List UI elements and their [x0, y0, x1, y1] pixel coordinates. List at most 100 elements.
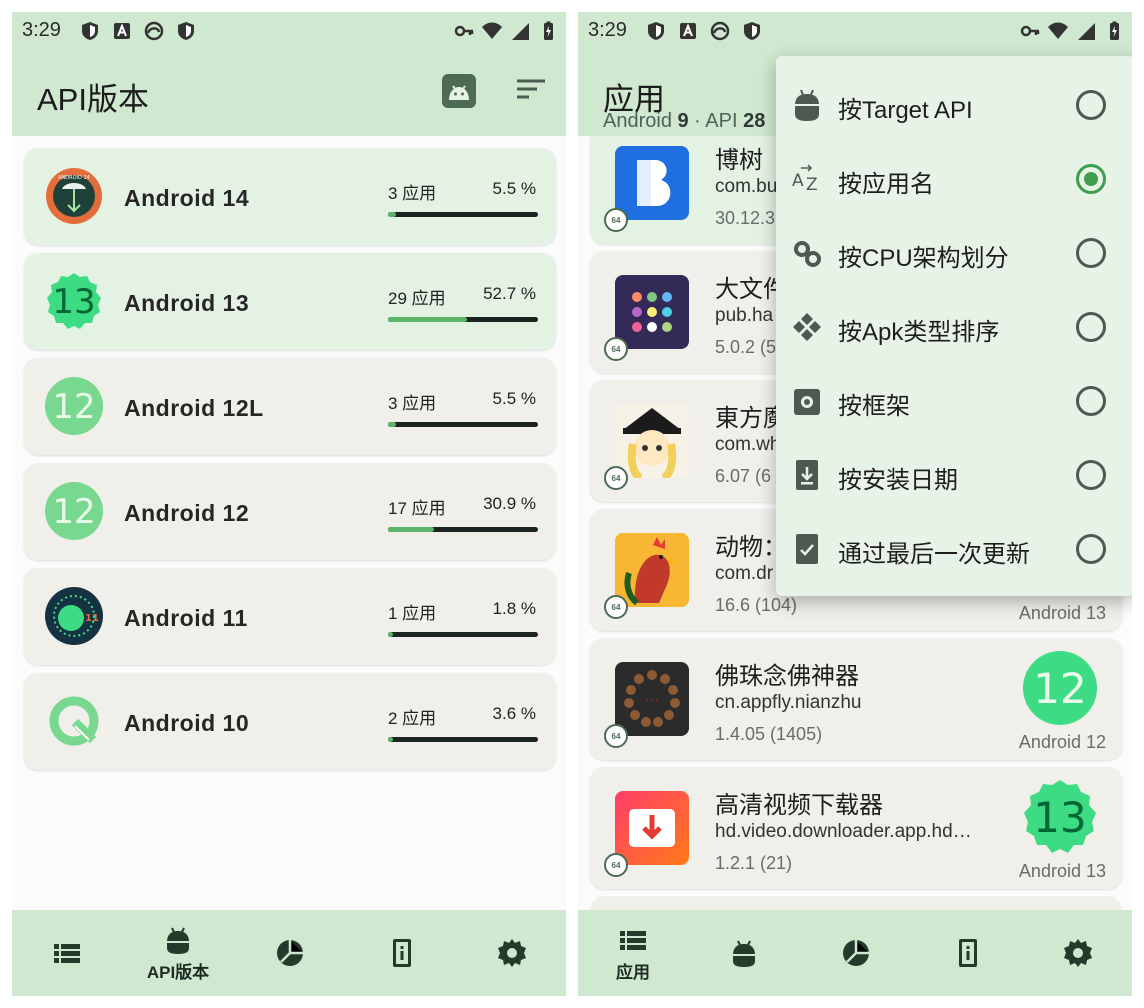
sort-by-last-update[interactable]: 通过最后一次更新 — [776, 512, 1132, 586]
nav-statistics[interactable] — [240, 910, 340, 996]
last-update-icon — [796, 534, 818, 564]
svg-text:12: 12 — [1033, 664, 1086, 713]
vpn-key-icon — [454, 25, 474, 37]
svg-text:11: 11 — [85, 613, 99, 624]
app-name: 佛珠念佛神器 — [715, 663, 859, 690]
app-row[interactable]: 64 高清视频下载器 hd.video.downloader.app.hd… 1… — [590, 767, 1122, 889]
status-bar: 3:29 — [578, 12, 1132, 52]
battery-charging-icon — [544, 21, 553, 40]
app-count: 29 应用 — [388, 289, 446, 308]
nav-device-info[interactable] — [352, 910, 452, 996]
wifi-icon — [482, 22, 502, 39]
sort-by-install-date[interactable]: 按安装日期 — [776, 438, 1132, 512]
nav-statistics[interactable] — [806, 910, 906, 996]
sort-by-apk-type[interactable]: 按Apk类型排序 — [776, 290, 1132, 364]
menu-item-label: 按框架 — [838, 393, 910, 420]
svg-text:12: 12 — [52, 492, 95, 532]
nav-settings[interactable] — [1028, 910, 1128, 996]
app-count: 3 应用 — [388, 184, 437, 203]
api-version-row[interactable]: 12 Android 12 17 应用 30.9 % — [24, 463, 556, 560]
share-progress-fill — [388, 632, 393, 637]
bottom-navigation: 应用 — [578, 910, 1132, 996]
app-version: 1.4.05 (1405) — [715, 724, 823, 744]
apk-type-icon — [793, 313, 821, 341]
app-version: 30.12.3 — [715, 208, 776, 228]
nav-device-info[interactable] — [918, 910, 1018, 996]
menu-item-label: 按Apk类型排序 — [838, 319, 1000, 346]
app-icon — [615, 146, 689, 220]
radio-button[interactable] — [1076, 164, 1106, 194]
svg-text:13: 13 — [52, 282, 95, 322]
sort-menu: 按Target API AZ 按应用名 按CPU架构划分 按Apk类型排序 按框… — [776, 56, 1132, 596]
android-filter-button[interactable] — [442, 74, 476, 108]
device-info-icon — [959, 939, 977, 967]
battery-charging-icon — [1110, 21, 1119, 40]
android-icon — [733, 940, 755, 967]
nav-api-version[interactable] — [694, 910, 794, 996]
page-title: API版本 — [37, 82, 149, 117]
app-count: 1 应用 — [388, 604, 437, 623]
app-count: 17 应用 — [388, 499, 446, 518]
sort-by-framework[interactable]: 按框架 — [776, 364, 1132, 438]
api-version-row[interactable]: 11 Android 11 1 应用 1.8 % — [24, 568, 556, 665]
api-version-row[interactable]: 13 Android 13 29 应用 52.7 % — [24, 253, 556, 350]
nav-apps[interactable]: 应用 — [583, 910, 683, 996]
target-api-label: Android 13 — [1018, 861, 1106, 881]
app-icon — [615, 275, 689, 349]
app-percent: 52.7 % — [483, 284, 536, 303]
nav-settings[interactable] — [462, 910, 562, 996]
android-13-logo-icon: 13 — [47, 273, 101, 329]
menu-item-label: 按CPU架构划分 — [838, 245, 1009, 272]
list-icon — [54, 944, 80, 963]
app-icon — [615, 404, 689, 478]
app-percent: 1.8 % — [492, 599, 536, 618]
apps-screen: 3:29 应用 Android 9 · API 28 64 博树 com.bu … — [578, 12, 1132, 996]
app-percent: 5.5 % — [492, 179, 536, 198]
app-package: cn.appfly.nianzhu — [715, 692, 862, 713]
share-progress-bar — [388, 737, 538, 742]
radio-button[interactable] — [1076, 90, 1106, 120]
app-name: 高清视频下载器 — [715, 792, 883, 819]
app-icon — [615, 791, 689, 865]
nav-apps[interactable] — [17, 910, 117, 996]
sort-button[interactable] — [516, 78, 546, 105]
app-percent: 3.6 % — [492, 704, 536, 723]
radio-button[interactable] — [1076, 386, 1106, 416]
az-sort-icon: AZ — [792, 164, 818, 195]
shield-icon — [82, 22, 98, 40]
android-12l-logo-icon: 12 — [45, 377, 103, 435]
sort-by-app-name[interactable]: AZ 按应用名 — [776, 142, 1132, 216]
browser-swirl-icon — [710, 21, 730, 41]
api-version-row[interactable]: 12 Android 12L 3 应用 5.5 % — [24, 358, 556, 455]
sort-by-cpu-arch[interactable]: 按CPU架构划分 — [776, 216, 1132, 290]
font-a-icon — [114, 23, 130, 39]
android-12-logo-icon: 12 — [45, 482, 103, 540]
status-bar: 3:29 — [12, 12, 566, 52]
pie-chart-icon — [843, 940, 869, 966]
nav-api-version[interactable]: API版本 — [128, 910, 228, 996]
browser-swirl-icon — [144, 21, 164, 41]
menu-item-label: 按安装日期 — [838, 467, 958, 494]
radio-button[interactable] — [1076, 460, 1106, 490]
app-row[interactable]: ··· 64 佛珠念佛神器 cn.appfly.nianzhu 1.4.05 (… — [590, 638, 1122, 760]
cpu-arch-badge: 64 — [604, 466, 628, 490]
status-time: 3:29 — [22, 19, 61, 41]
svg-text:12: 12 — [52, 387, 95, 427]
radio-button[interactable] — [1076, 238, 1106, 268]
app-package: hd.video.downloader.app.hd… — [715, 821, 972, 842]
app-percent: 5.5 % — [492, 389, 536, 408]
share-progress-bar — [388, 632, 538, 637]
app-icon: ··· — [615, 662, 689, 736]
signal-icon — [512, 23, 529, 40]
svg-text:A: A — [792, 171, 804, 191]
nav-label: API版本 — [146, 962, 210, 982]
share-progress-bar — [388, 317, 538, 322]
sort-by-target-api[interactable]: 按Target API — [776, 68, 1132, 142]
api-version-row[interactable]: Android 10 2 应用 3.6 % — [24, 673, 556, 770]
cpu-arch-badge: 64 — [604, 208, 628, 232]
sort-icon — [517, 79, 545, 98]
radio-button[interactable] — [1076, 312, 1106, 342]
radio-button[interactable] — [1076, 534, 1106, 564]
api-version-row[interactable]: ANDROID 14 Android 14 3 应用 5.5 % — [24, 148, 556, 245]
app-version: 5.0.2 (5 — [715, 337, 777, 357]
